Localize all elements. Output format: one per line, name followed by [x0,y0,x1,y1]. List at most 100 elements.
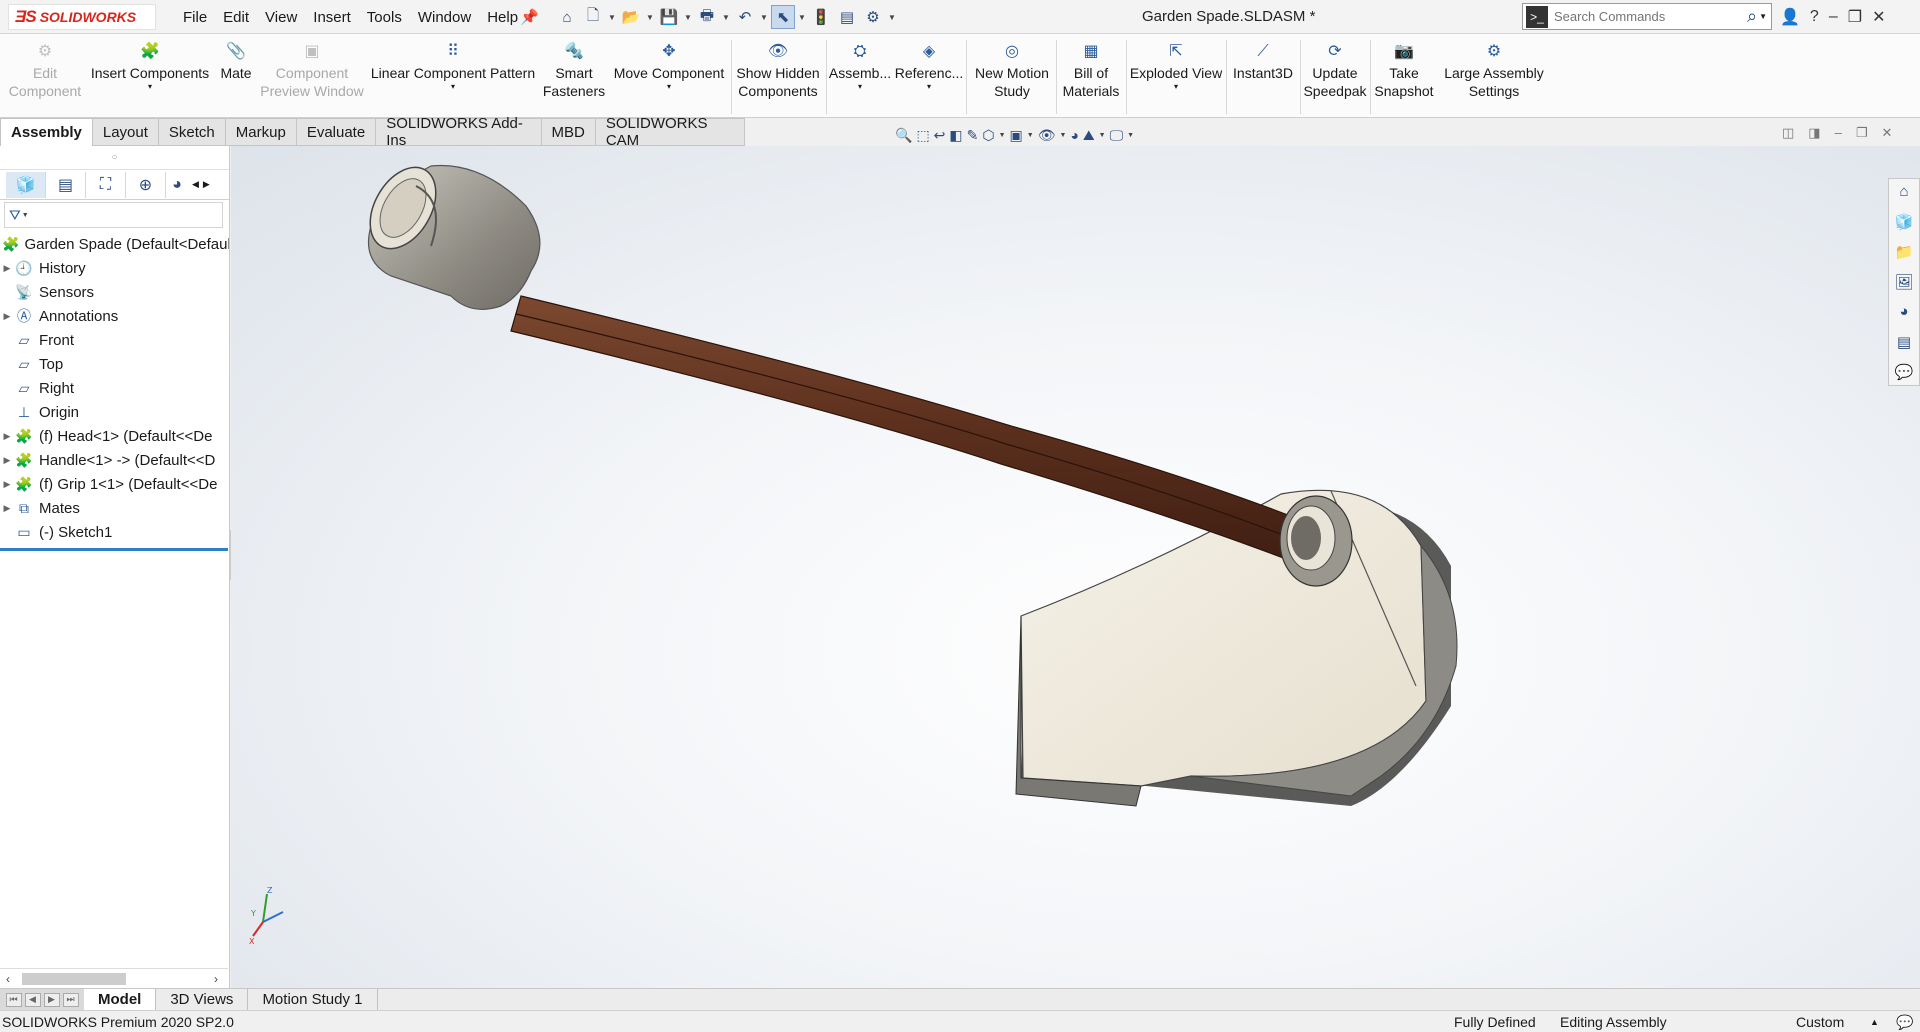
undo-icon[interactable]: ↶ [733,5,757,29]
scroll-right-icon[interactable]: › [214,972,218,986]
status-chat-icon[interactable]: 💬 [1896,1014,1913,1031]
units-selector[interactable]: Custom [1796,1014,1844,1030]
tabs-scroll-right-icon[interactable]: ▶ [203,179,210,190]
chevron-down-icon[interactable]: ▾ [858,82,862,92]
file-properties-icon[interactable]: ▤ [835,5,859,29]
tab-assembly[interactable]: Assembly [0,118,93,146]
search-commands-box[interactable]: >_ ⌕ ▼ [1522,3,1772,30]
rebuild-icon[interactable]: 🚦 [809,5,833,29]
linear-component-pattern-button[interactable]: ⠿ Linear Component Pattern ▾ [370,42,536,92]
tab-evaluate[interactable]: Evaluate [296,118,377,146]
tab-model[interactable]: Model [84,989,157,1010]
user-icon[interactable]: 👤 [1780,7,1800,27]
search-commands-input[interactable] [1554,9,1747,24]
command-prompt-icon[interactable]: >_ [1526,5,1548,28]
show-hidden-components-button[interactable]: 👁 Show Hidden Components [736,42,820,100]
large-assembly-settings-button[interactable]: ⚙ Large Assembly Settings [1440,42,1548,100]
appearances-icon[interactable]: ◕ [1899,303,1908,325]
configuration-manager-icon[interactable]: ⛶ [86,171,126,198]
edit-component-button[interactable]: ⚙ Edit Component [6,42,84,100]
next-tab-icon[interactable]: ▶ [43,992,60,1007]
file-explorer-icon[interactable]: 📁 [1895,243,1914,265]
options-dropdown-icon[interactable]: ▼ [887,5,897,29]
property-manager-icon[interactable]: ▤ [46,171,86,198]
expand-arrow-icon[interactable]: ▶ [0,311,14,322]
menu-tools[interactable]: Tools [359,9,410,26]
tree-root-assembly[interactable]: 🧩 Garden Spade (Default<Default [0,232,229,256]
chevron-down-icon[interactable]: ▼ [1127,132,1134,139]
forum-icon[interactable]: 💬 [1895,363,1914,385]
tree-item[interactable]: ▶ 🕘 History [0,256,229,280]
assembly-features-button[interactable]: ⛭ Assemb... ▾ [829,42,891,92]
view-settings-icon[interactable]: 🖵 [1110,127,1124,144]
view-orientation-icon[interactable]: ⬡ [982,127,994,144]
chevron-down-icon[interactable]: ▾ [927,82,931,92]
take-snapshot-button[interactable]: 📷 Take Snapshot [1372,42,1436,100]
dimxpert-manager-icon[interactable]: ⊕ [126,171,166,198]
viewport-minimize-icon[interactable]: – [1835,125,1842,141]
menu-view[interactable]: View [257,9,305,26]
tree-item[interactable]: ▶ ⧉ Mates [0,496,229,520]
display-manager-icon[interactable]: ◕ [166,172,188,198]
search-icon[interactable]: ⌕ [1747,6,1757,27]
hide-show-items-icon[interactable]: 👁 [1038,127,1056,144]
close-button[interactable]: ✕ [1872,7,1885,27]
open-icon[interactable]: 📂 [619,5,643,29]
dynamic-annotation-icon[interactable]: ✎ [967,127,979,144]
new-dropdown-icon[interactable]: ▼ [607,5,617,29]
chevron-down-icon[interactable]: ▾ [451,82,455,92]
menu-file[interactable]: File [175,9,215,26]
update-speedpak-button[interactable]: ⟳ Update Speedpak [1302,42,1368,100]
tree-item[interactable]: ▶ 🧩 (f) Grip 1<1> (Default<<De [0,472,229,496]
viewport-close-icon[interactable]: ✕ [1881,125,1892,141]
expand-arrow-icon[interactable]: ▶ [0,263,14,274]
tab-addins[interactable]: SOLIDWORKS Add-Ins [376,115,542,149]
panel-resize-handle[interactable]: ○ [0,146,229,170]
tree-item[interactable]: 📡 Sensors [0,280,229,304]
reference-geometry-button[interactable]: ◈ Referenc... ▾ [895,42,963,92]
component-preview-window-button[interactable]: ▣ Component Preview Window [258,42,366,100]
tree-item[interactable]: ▶ 🧩 Handle<1> -> (Default<<D [0,448,229,472]
filter-icon[interactable]: ⛛ [9,207,21,224]
spade-grip[interactable] [357,156,541,310]
design-library-icon[interactable]: 🧊 [1895,213,1914,235]
tab-mbd[interactable]: MBD [541,118,596,146]
options-gear-icon[interactable]: ⚙ [861,5,885,29]
tab-motion-study-1[interactable]: Motion Study 1 [248,989,378,1010]
tree-item[interactable]: ▱ Top [0,352,229,376]
tab-sketch[interactable]: Sketch [158,118,226,146]
first-tab-icon[interactable]: ⏮ [5,992,22,1007]
units-up-icon[interactable]: ▲ [1870,1017,1879,1027]
home-icon[interactable]: ⌂ [555,5,579,29]
print-dropdown-icon[interactable]: ▼ [721,5,731,29]
chevron-down-icon[interactable]: ▼ [1027,132,1034,139]
blade-socket-collar[interactable] [1279,495,1353,587]
new-document-icon[interactable]: 🗋 [581,5,605,29]
menu-window[interactable]: Window [410,9,479,26]
tab-layout[interactable]: Layout [92,118,159,146]
instant3d-button[interactable]: ⟋ Instant3D [1228,42,1298,82]
viewport-restore-icon[interactable]: ❐ [1856,125,1868,141]
chevron-down-icon[interactable]: ▼ [1099,132,1106,139]
zoom-to-fit-icon[interactable]: 🔍 [895,127,912,144]
display-style-icon[interactable]: ▣ [1010,127,1023,144]
spade-handle[interactable] [510,295,1317,567]
restore-button[interactable]: ❐ [1848,7,1862,27]
tabs-scroll-left-icon[interactable]: ◀ [192,179,199,190]
last-tab-icon[interactable]: ⏭ [62,992,79,1007]
save-icon[interactable]: 💾 [657,5,681,29]
graphics-area[interactable]: Z Y X [231,146,1920,988]
undo-dropdown-icon[interactable]: ▼ [759,5,769,29]
print-icon[interactable]: 🖶 [695,5,719,29]
chevron-down-icon[interactable]: ▼ [999,132,1006,139]
menu-edit[interactable]: Edit [215,9,257,26]
section-view-icon[interactable]: ◧ [949,127,962,144]
view-palette-icon[interactable]: 🖼 [1894,273,1913,295]
expand-arrow-icon[interactable]: ▶ [0,455,14,466]
feature-manager-tree-icon[interactable]: 🧊 [6,171,46,198]
zoom-to-area-icon[interactable]: ⬚ [916,127,929,144]
solidworks-resources-icon[interactable]: ⌂ [1899,183,1908,205]
menu-insert[interactable]: Insert [305,9,359,26]
tree-item[interactable]: ▭ (-) Sketch1 [0,520,229,544]
new-motion-study-button[interactable]: ◎ New Motion Study [970,42,1054,100]
